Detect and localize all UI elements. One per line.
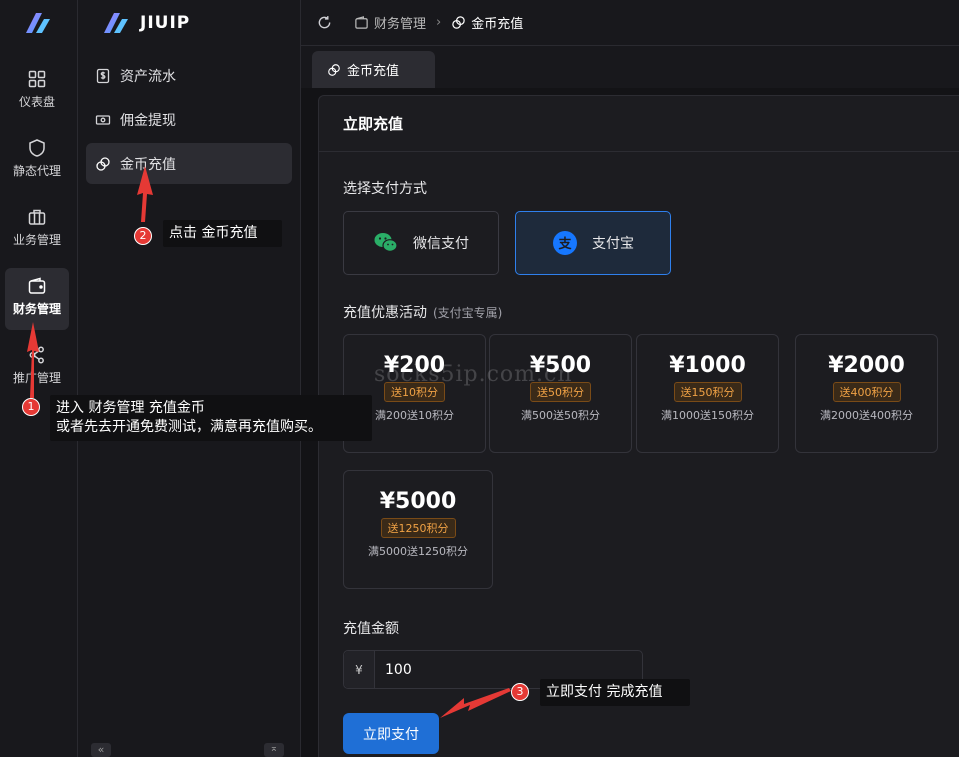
pay-method-label: 选择支付方式: [343, 181, 427, 197]
amount-desc: 满5000送1250积分: [368, 545, 468, 558]
amount-desc: 满2000送400积分: [820, 409, 913, 422]
grid-icon: [28, 70, 46, 88]
sidebar-item-label: 资产流水: [120, 68, 176, 85]
coins-icon: [328, 63, 340, 76]
main-content: 立即充值 选择支付方式 微信支付 支 支付宝 充值优惠活动 (支付宝专属) ¥2…: [301, 88, 959, 757]
rail-item-dashboard[interactable]: 仪表盘: [5, 61, 69, 123]
annotation-badge-3: 3: [511, 683, 529, 701]
tab-coin-recharge[interactable]: 金币充值: [312, 51, 435, 88]
watermark: socks5ip.com.cn: [374, 362, 573, 387]
tab-bar: 金币充值: [301, 46, 959, 88]
annotation-1: 进入 财务管理 充值金币 或者先去开通免费测试，满意再充值购买。: [50, 395, 372, 441]
brand-logo-icon: [104, 13, 128, 33]
app-root: 仪表盘 静态代理 业务管理 财务管理 推广管理 JIUIP 资产流水 佣金提现 …: [0, 0, 959, 757]
amount-option-5000[interactable]: ¥5000 送1250积分 满5000送1250积分: [343, 470, 493, 589]
annotation-3: 立即支付 完成充值: [540, 679, 690, 706]
brand-name: JIUIP: [140, 13, 191, 33]
sidebar-item-asset-flow[interactable]: 资产流水: [86, 55, 292, 96]
sidebar-item-label: 佣金提现: [120, 112, 176, 129]
divider: [319, 151, 959, 152]
rail-item-label: 仪表盘: [18, 95, 55, 109]
rail-item-label: 静态代理: [12, 164, 61, 178]
secondary-sidebar: JIUIP 资产流水 佣金提现 金币充值 « ⌅: [78, 0, 301, 757]
sidebar-item-label: 金币充值: [120, 156, 176, 173]
pay-method-label: 支付宝: [592, 236, 634, 252]
pay-now-button[interactable]: 立即支付: [343, 713, 439, 754]
cash-icon: [95, 114, 111, 125]
rail-item-promotion[interactable]: 推广管理: [5, 337, 69, 399]
pay-method-alipay[interactable]: 支 支付宝: [515, 211, 671, 275]
rail-item-finance[interactable]: 财务管理: [5, 268, 69, 330]
alipay-icon: 支: [553, 231, 577, 255]
bonus-badge: 送400积分: [832, 382, 901, 402]
rail-item-label: 业务管理: [12, 233, 61, 247]
annotation-1-line2: 或者先去开通免费测试，满意再充值购买。: [56, 419, 322, 435]
pay-method-label: 微信支付: [413, 236, 469, 252]
dollar-doc-icon: [96, 68, 110, 83]
currency-prefix: ¥: [344, 651, 375, 688]
bonus-badge: 送150积分: [673, 382, 742, 402]
rail-item-static-proxy[interactable]: 静态代理: [5, 130, 69, 192]
coins-icon: [96, 156, 110, 171]
sidebar-item-coin-recharge[interactable]: 金币充值: [86, 143, 292, 184]
annotation-1-line1: 进入 财务管理 充值金币: [56, 400, 205, 416]
bonus-badge: 送1250积分: [380, 518, 456, 538]
amount-option-2000[interactable]: ¥2000 送400积分 满2000送400积分: [795, 334, 938, 453]
svg-text:支: 支: [557, 236, 572, 252]
wechat-icon: [374, 233, 398, 252]
brand[interactable]: JIUIP: [100, 9, 190, 37]
briefcase-icon: [28, 209, 46, 225]
breadcrumb-finance[interactable]: 财务管理: [354, 13, 426, 32]
promo-title: 充值优惠活动: [343, 305, 427, 321]
promo-note: (支付宝专属): [433, 306, 503, 320]
share-icon: [29, 346, 44, 364]
amount-price: ¥1000: [669, 353, 746, 378]
shield-icon: [29, 139, 45, 157]
wallet-icon: [355, 16, 368, 29]
recharge-card: 立即充值 选择支付方式 微信支付 支 支付宝 充值优惠活动 (支付宝专属) ¥2…: [318, 95, 959, 757]
amount-label: 充值金额: [343, 621, 399, 637]
breadcrumb-label: 金币充值: [471, 17, 524, 32]
annotation-badge-1: 1: [22, 398, 40, 416]
app-logo-icon[interactable]: [22, 9, 54, 37]
promo-label: 充值优惠活动 (支付宝专属): [343, 302, 502, 322]
amount-price: ¥2000: [828, 353, 905, 378]
top-header: 财务管理 › 金币充值: [301, 0, 959, 46]
annotation-badge-2: 2: [134, 227, 152, 245]
amount-option-1000[interactable]: ¥1000 送150积分 满1000送150积分: [636, 334, 779, 453]
breadcrumb-coin-recharge: 金币充值: [451, 13, 523, 32]
wallet-icon: [28, 277, 46, 294]
primary-rail: 仪表盘 静态代理 业务管理 财务管理 推广管理: [0, 0, 78, 757]
card-title: 立即充值: [343, 115, 404, 133]
amount-desc: 满500送50积分: [521, 409, 600, 422]
pin-sidebar-button[interactable]: ⌅: [264, 743, 284, 757]
amount-price: ¥5000: [379, 489, 457, 514]
coins-icon: [452, 16, 465, 29]
annotation-2: 点击 金币充值: [163, 220, 282, 247]
amount-desc: 满1000送150积分: [661, 409, 754, 422]
sidebar-item-commission[interactable]: 佣金提现: [86, 99, 292, 140]
collapse-sidebar-button[interactable]: «: [91, 743, 111, 757]
breadcrumb-separator: ›: [436, 15, 442, 30]
pay-method-wechat[interactable]: 微信支付: [343, 211, 499, 275]
rail-item-business[interactable]: 业务管理: [5, 199, 69, 261]
tab-label: 金币充值: [347, 64, 400, 79]
breadcrumb-label: 财务管理: [374, 17, 427, 32]
rail-item-label: 推广管理: [12, 371, 61, 385]
refresh-icon[interactable]: [317, 15, 332, 30]
rail-item-label: 财务管理: [12, 302, 61, 316]
amount-option-500[interactable]: ¥500 送50积分 满500送50积分: [489, 334, 632, 453]
